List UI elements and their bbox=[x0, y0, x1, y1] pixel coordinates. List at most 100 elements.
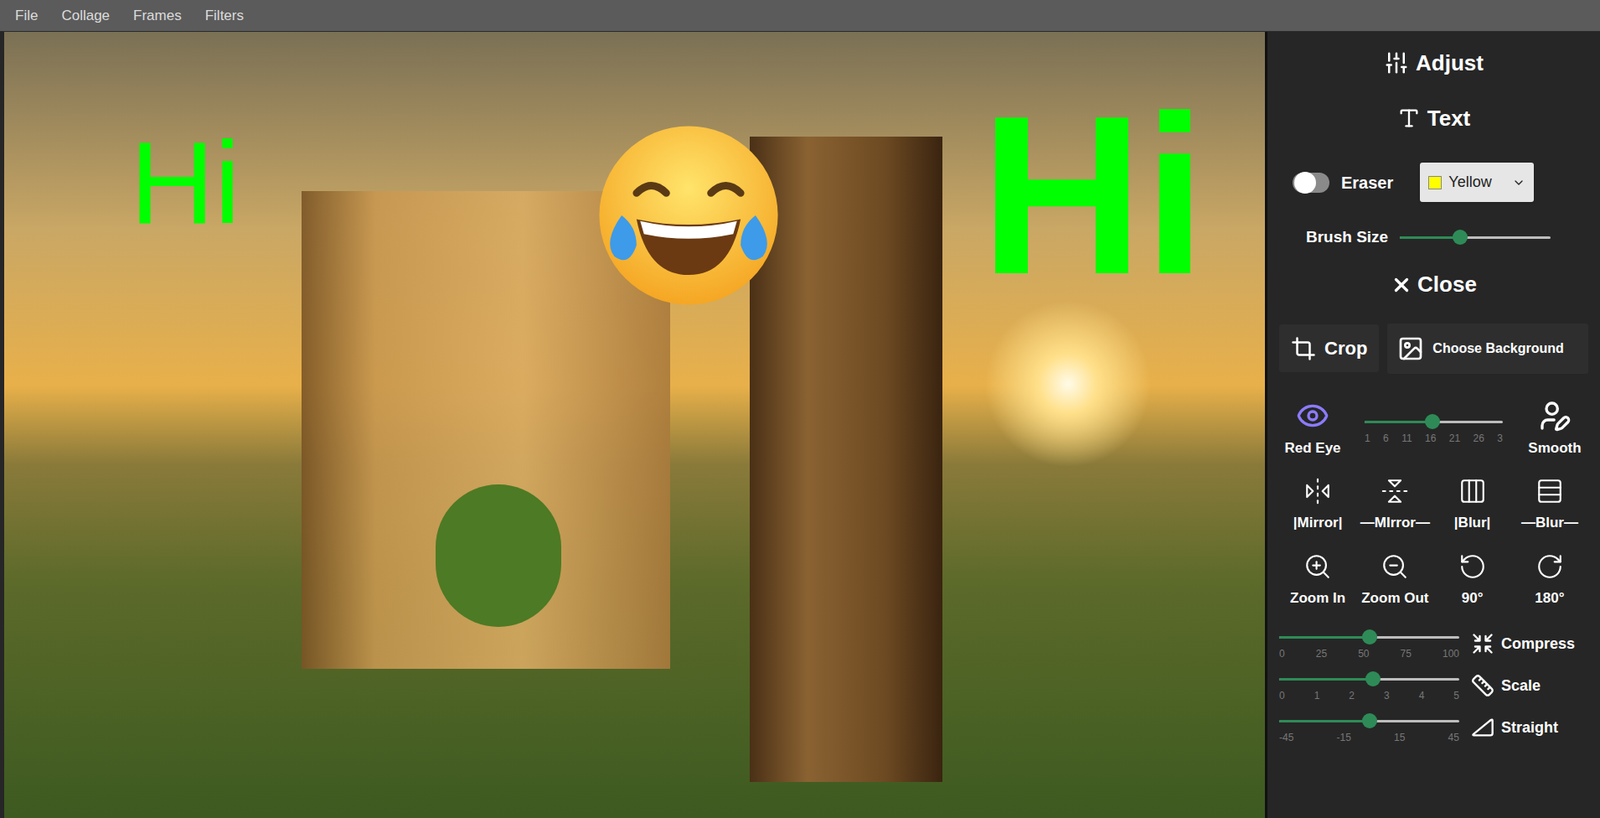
slider-tick: -45 bbox=[1279, 732, 1294, 743]
slider-action-button[interactable]: Scale bbox=[1470, 673, 1541, 697]
tool-icon bbox=[1535, 552, 1564, 581]
menu-item[interactable]: File bbox=[6, 5, 47, 27]
slider-tick: 1 bbox=[1364, 433, 1371, 444]
text-overlay[interactable]: Hi bbox=[980, 82, 1207, 309]
crop-background-row: CropChoose Background bbox=[1279, 323, 1589, 374]
slider-tick: 1 bbox=[1314, 690, 1321, 701]
text-button[interactable]: Text bbox=[1279, 97, 1589, 140]
brush-size-row: Brush Size bbox=[1279, 225, 1589, 250]
tool-button[interactable]: —Blur— bbox=[1511, 476, 1589, 534]
app-window: FileCollageFramesFilters Hi Hi Adjust Text Er… bbox=[0, 0, 1600, 818]
slider-thumb[interactable] bbox=[1424, 413, 1440, 429]
crop-icon bbox=[1290, 335, 1317, 362]
eraser-row: Eraser Yellow bbox=[1279, 162, 1589, 202]
tool-button[interactable]: Zoom In bbox=[1279, 552, 1357, 610]
eye-icon bbox=[1295, 398, 1330, 433]
slider-list: 0255075100Compress012345Scale-45-151545S… bbox=[1279, 628, 1589, 743]
slider-tick: 3 bbox=[1383, 690, 1390, 701]
slider-row: -45 -15 15 45 Straight bbox=[1279, 712, 1589, 743]
setting-slider[interactable]: -45 -15 15 45 bbox=[1279, 712, 1460, 743]
close-icon bbox=[1390, 273, 1413, 296]
slider-tick: 2 bbox=[1348, 690, 1355, 701]
slider-fill bbox=[1279, 635, 1370, 639]
slider-ticks: 012345 bbox=[1279, 690, 1460, 701]
adjust-button[interactable]: Adjust bbox=[1279, 41, 1589, 84]
slider-ticks: 16111621263 bbox=[1364, 433, 1503, 444]
brush-size-slider[interactable] bbox=[1399, 228, 1551, 246]
slider-thumb[interactable] bbox=[1362, 712, 1378, 728]
slider-thumb[interactable] bbox=[1362, 629, 1378, 645]
menu-item[interactable]: Collage bbox=[52, 5, 119, 27]
tool-icon bbox=[1535, 476, 1564, 506]
setting-icon bbox=[1470, 673, 1495, 697]
chevron-down-icon bbox=[1512, 175, 1526, 190]
slider-tick: 0 bbox=[1279, 690, 1286, 701]
tool-button[interactable]: |Blur| bbox=[1434, 476, 1512, 534]
slider-fill bbox=[1364, 420, 1433, 424]
slider-tick: 11 bbox=[1401, 433, 1412, 444]
red-eye-row: Red Eye16111621263Smooth bbox=[1279, 398, 1589, 460]
close-button[interactable]: Close bbox=[1279, 268, 1589, 302]
sun-glow bbox=[984, 299, 1152, 468]
smooth-button[interactable]: Smooth bbox=[1521, 398, 1589, 460]
tool-button[interactable]: —MIrror— bbox=[1356, 476, 1434, 534]
tool-icon bbox=[1380, 552, 1410, 581]
tool-grid: |Mirror|—MIrror—|Blur|—Blur— Zoom InZoom … bbox=[1279, 476, 1589, 609]
color-swatch bbox=[1428, 175, 1442, 190]
photo-canvas[interactable]: Hi Hi bbox=[4, 31, 1265, 818]
slider-ticks: -45 -15 15 45 bbox=[1279, 732, 1460, 743]
slider-tick: 3 bbox=[1496, 433, 1503, 444]
image-icon bbox=[1397, 335, 1425, 362]
slider-tick: 21 bbox=[1449, 433, 1461, 444]
eraser-toggle[interactable] bbox=[1292, 172, 1330, 193]
slider-tick: 15 bbox=[1393, 732, 1405, 743]
setting-icon bbox=[1470, 631, 1495, 656]
red-eye-button[interactable]: Red Eye bbox=[1279, 398, 1347, 460]
slider-tick: -15 bbox=[1336, 732, 1352, 743]
slider-fill bbox=[1279, 719, 1370, 723]
slider-thumb[interactable] bbox=[1452, 229, 1468, 245]
eraser-label: Eraser bbox=[1341, 170, 1394, 196]
tool-button[interactable]: Zoom Out bbox=[1356, 552, 1434, 610]
slider-tick: 26 bbox=[1473, 433, 1485, 444]
sliders-icon bbox=[1383, 50, 1410, 76]
slider-tick: 45 bbox=[1448, 732, 1460, 743]
slider-action-button[interactable]: Straight bbox=[1470, 715, 1559, 739]
laughing-emoji-icon[interactable] bbox=[595, 122, 782, 309]
slider-tick: 100 bbox=[1442, 648, 1460, 659]
slider-tick: 6 bbox=[1383, 433, 1389, 444]
tools-panel: Adjust Text Eraser Yellow Brush Size Close Cro… bbox=[1264, 31, 1600, 818]
tool-icon bbox=[1380, 476, 1410, 506]
setting-slider[interactable]: 0255075100 bbox=[1279, 628, 1460, 659]
slider-action-button[interactable]: Compress bbox=[1470, 631, 1575, 656]
smooth-slider[interactable]: 16111621263 bbox=[1364, 412, 1503, 444]
crop-button[interactable]: Crop bbox=[1279, 324, 1379, 372]
tool-icon bbox=[1458, 552, 1487, 581]
slider-tick: 75 bbox=[1400, 648, 1412, 659]
tree bbox=[435, 484, 562, 627]
slider-tick: 5 bbox=[1453, 690, 1460, 701]
setting-icon bbox=[1470, 715, 1495, 739]
text-overlay[interactable]: Hi bbox=[129, 123, 241, 242]
menu-item[interactable]: Frames bbox=[124, 5, 191, 27]
slider-thumb[interactable] bbox=[1365, 670, 1381, 687]
color-dropdown[interactable]: Yellow bbox=[1419, 162, 1534, 202]
tool-icon bbox=[1303, 552, 1332, 581]
slider-tick: 16 bbox=[1424, 433, 1436, 444]
slider-tick: 0 bbox=[1279, 648, 1286, 659]
slider-fill bbox=[1399, 236, 1461, 239]
tool-icon bbox=[1303, 476, 1332, 506]
slider-row: 0255075100Compress bbox=[1279, 628, 1589, 659]
slider-tick: 50 bbox=[1357, 648, 1369, 659]
slider-ticks: 0255075100 bbox=[1279, 648, 1460, 659]
tool-button[interactable]: |Mirror| bbox=[1279, 476, 1357, 534]
tool-button[interactable]: 180° bbox=[1511, 552, 1589, 610]
menu-bar: FileCollageFramesFilters bbox=[0, 0, 1600, 32]
menu-item[interactable]: Filters bbox=[196, 5, 253, 27]
slider-fill bbox=[1279, 677, 1373, 681]
choose-background-button[interactable]: Choose Background bbox=[1387, 323, 1589, 374]
tool-button[interactable]: 90° bbox=[1434, 552, 1512, 610]
toggle-knob bbox=[1294, 171, 1317, 194]
setting-slider[interactable]: 012345 bbox=[1279, 670, 1460, 701]
text-icon bbox=[1397, 106, 1421, 130]
